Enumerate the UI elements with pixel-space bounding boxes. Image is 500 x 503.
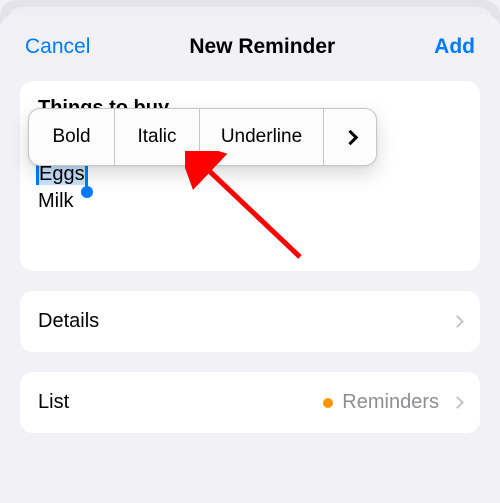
more-formatting-button[interactable] (324, 109, 376, 165)
list-label: List (38, 391, 69, 414)
list-color-dot (323, 398, 333, 408)
selection-handle-end[interactable] (85, 163, 88, 187)
new-reminder-sheet: Cancel New Reminder Add Things to buy Br… (0, 15, 500, 503)
italic-button[interactable]: Italic (115, 109, 200, 165)
list-name: Reminders (342, 391, 439, 414)
reminder-editor-card: Things to buy Bread Eggs Milk Bold Itali… (20, 81, 480, 271)
underline-button[interactable]: Underline (200, 109, 324, 165)
details-label: Details (38, 310, 99, 333)
list-row-right: Reminders (323, 391, 462, 414)
add-button[interactable]: Add (434, 35, 475, 59)
chevron-right-icon (451, 396, 464, 409)
details-row[interactable]: Details (20, 291, 480, 352)
text-format-menu: Bold Italic Underline (28, 108, 377, 166)
notes-line-3: Milk (38, 188, 462, 215)
cancel-button[interactable]: Cancel (25, 35, 90, 59)
sheet-title: New Reminder (189, 35, 335, 59)
list-value: Reminders (323, 391, 439, 414)
selection-dot-end[interactable] (81, 186, 93, 198)
bold-button[interactable]: Bold (29, 109, 115, 165)
sheet-header: Cancel New Reminder Add (0, 15, 500, 81)
chevron-right-icon (451, 315, 464, 328)
chevron-right-icon (342, 129, 358, 145)
notes-line-2: Eggs (38, 163, 86, 185)
list-row[interactable]: List Reminders (20, 372, 480, 433)
